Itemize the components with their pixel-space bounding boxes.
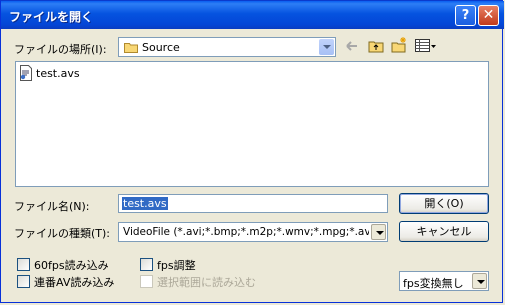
cancel-button[interactable]: キャンセル — [399, 221, 489, 242]
window-title: ファイルを開く — [9, 10, 94, 24]
back-icon[interactable] — [345, 39, 359, 53]
location-combo[interactable]: Source — [118, 37, 336, 57]
location-value: Source — [142, 41, 180, 54]
fps-convert-combo[interactable]: fps変換無し — [399, 271, 489, 291]
filetype-dropdown-arrow[interactable] — [371, 224, 386, 240]
filetype-value: VideoFile (*.avi;*.bmp;*.m2p;*.wmv;*.mpg… — [123, 226, 369, 238]
location-label: ファイルの場所(I): — [14, 43, 107, 56]
serial-av-label: 連番AV読み込み — [34, 276, 115, 289]
selection-range-checkbox[interactable] — [140, 275, 153, 288]
file-list[interactable]: test.avs — [15, 61, 489, 187]
selection-range-label: 選択範囲に読み込む — [157, 276, 256, 289]
fps60-label: 60fps読み込み — [34, 259, 109, 272]
fps-convert-dropdown-arrow[interactable] — [472, 273, 487, 289]
close-button[interactable]: ✕ — [478, 5, 499, 26]
serial-av-checkbox[interactable] — [17, 275, 30, 288]
avs-file-icon — [19, 65, 33, 81]
open-button[interactable]: 開く(O) — [399, 193, 489, 214]
title-bar[interactable]: ファイルを開く ? ✕ — [1, 1, 504, 29]
fps-convert-value: fps変換無し — [403, 277, 464, 290]
filename-value: test.avs — [122, 197, 168, 210]
filetype-label: ファイルの種類(T): — [14, 227, 111, 240]
filename-input[interactable]: test.avs — [118, 194, 388, 213]
folder-icon — [124, 42, 138, 53]
new-folder-icon[interactable] — [391, 37, 408, 54]
fps-adjust-label: fps調整 — [157, 259, 196, 272]
open-file-dialog: ファイルを開く ? ✕ ファイルの場所(I): Source test.avs … — [0, 0, 504, 303]
help-button[interactable]: ? — [455, 5, 476, 26]
file-name: test.avs — [36, 67, 80, 80]
up-folder-icon[interactable] — [368, 38, 384, 54]
location-dropdown-arrow[interactable] — [319, 39, 334, 55]
filename-label: ファイル名(N): — [14, 200, 90, 213]
view-menu-icon[interactable] — [415, 39, 437, 53]
fps60-checkbox[interactable] — [17, 258, 30, 271]
filetype-combo[interactable]: VideoFile (*.avi;*.bmp;*.m2p;*.wmv;*.mpg… — [118, 222, 388, 242]
fps-adjust-checkbox[interactable] — [140, 258, 153, 271]
